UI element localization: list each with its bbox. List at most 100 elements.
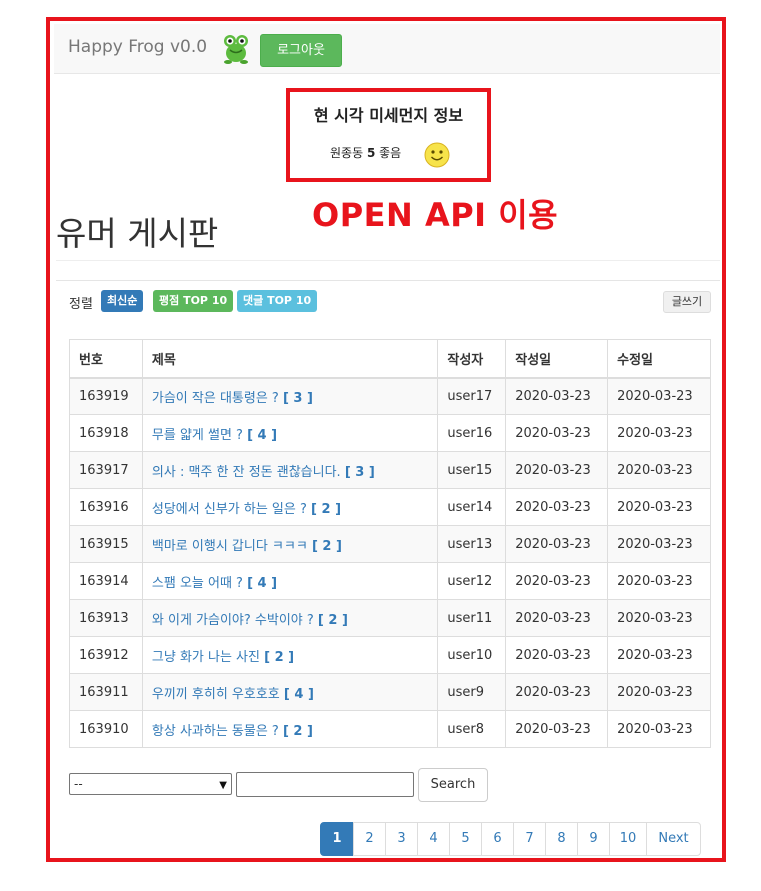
post-number: 163911 [69, 673, 143, 711]
brand-title[interactable]: Happy Frog v0.0 [68, 37, 207, 57]
post-number: 163910 [69, 710, 143, 748]
comment-count: [ 3 ] [282, 390, 313, 406]
page-link-2[interactable]: 2 [353, 822, 386, 856]
comment-count: [ 2 ] [311, 501, 342, 517]
post-title[interactable]: 와 이게 가슴이야? 수박이야 ? [ 2 ] [141, 599, 439, 637]
post-title-link[interactable]: 의사 : 맥주 한 잔 정돈 괜찮습니다. [152, 465, 341, 480]
post-number: 163912 [69, 636, 143, 674]
search-button[interactable]: Search [418, 768, 488, 802]
post-title[interactable]: 항상 사과하는 동물은 ? [ 2 ] [141, 710, 439, 748]
sort-latest-button[interactable]: 최신순 [101, 290, 144, 312]
post-title-link[interactable]: 백마로 이행시 갑니다 ㅋㅋㅋ [152, 539, 308, 554]
smiley-icon [424, 142, 450, 168]
post-number: 163916 [69, 488, 143, 526]
comment-count: [ 4 ] [247, 575, 278, 591]
divider [56, 260, 720, 261]
search-input[interactable] [236, 772, 414, 797]
logout-button[interactable]: 로그아웃 [260, 34, 342, 67]
post-updated-date: 2020-03-23 [607, 710, 711, 748]
post-created-date: 2020-03-23 [505, 673, 609, 711]
post-title-link[interactable]: 항상 사과하는 동물은 ? [152, 724, 279, 739]
post-created-date: 2020-03-23 [505, 488, 609, 526]
post-title-link[interactable]: 그냥 화가 나는 사진 [152, 650, 260, 665]
page-link-10[interactable]: 10 [609, 822, 647, 856]
column-header-number: 번호 [69, 339, 143, 379]
dust-status: 원종동 5 좋음 [330, 144, 401, 161]
post-created-date: 2020-03-23 [505, 525, 609, 563]
page-link-6[interactable]: 6 [481, 822, 514, 856]
post-number: 163919 [69, 377, 143, 415]
table-row[interactable]: 163914 스팸 오늘 어때 ? [ 4 ] user12 2020-03-23 20… [69, 562, 711, 600]
open-api-annotation: OPEN API 이용 [312, 196, 559, 234]
post-updated-date: 2020-03-23 [607, 673, 711, 711]
post-title-link[interactable]: 가슴이 작은 대통령은 ? [152, 391, 279, 406]
post-title-link[interactable]: 와 이게 가슴이야? 수박이야 ? [152, 613, 314, 628]
post-number: 163915 [69, 525, 143, 563]
post-author: user8 [437, 710, 507, 748]
post-title[interactable]: 무를 얇게 썰면 ? [ 4 ] [141, 414, 439, 452]
page-link-5[interactable]: 5 [449, 822, 482, 856]
post-updated-date: 2020-03-23 [607, 414, 711, 452]
table-row[interactable]: 163917 의사 : 맥주 한 잔 정돈 괜찮습니다. [ 3 ] user15 2… [69, 451, 711, 489]
post-author: user13 [437, 525, 507, 563]
table-row[interactable]: 163916 성당에서 신부가 하는 일은 ? [ 2 ] user14 2020-0… [69, 488, 711, 526]
post-updated-date: 2020-03-23 [607, 451, 711, 489]
post-title-link[interactable]: 무를 얇게 썰면 ? [152, 428, 243, 443]
post-title[interactable]: 백마로 이행시 갑니다 ㅋㅋㅋ [ 2 ] [141, 525, 439, 563]
post-created-date: 2020-03-23 [505, 636, 609, 674]
divider [56, 280, 720, 281]
comment-count: [ 2 ] [317, 612, 348, 628]
column-header-created: 작성일 [505, 339, 609, 379]
post-title[interactable]: 성당에서 신부가 하는 일은 ? [ 2 ] [141, 488, 439, 526]
page-link-9[interactable]: 9 [577, 822, 610, 856]
post-author: user14 [437, 488, 507, 526]
search-type-select[interactable]: -- ▼ [69, 773, 232, 795]
post-title-link[interactable]: 우끼끼 후히히 우호호호 [152, 687, 280, 702]
post-title[interactable]: 의사 : 맥주 한 잔 정돈 괜찮습니다. [ 3 ] [141, 451, 439, 489]
write-post-button[interactable]: 글쓰기 [663, 291, 711, 313]
post-author: user15 [437, 451, 507, 489]
post-title[interactable]: 그냥 화가 나는 사진 [ 2 ] [141, 636, 439, 674]
page-link-7[interactable]: 7 [513, 822, 546, 856]
page-link-8[interactable]: 8 [545, 822, 578, 856]
table-row[interactable]: 163912 그냥 화가 나는 사진 [ 2 ] user10 2020-03-23 2… [69, 636, 711, 674]
dust-title: 현 시각 미세먼지 정보 [313, 106, 464, 125]
page-link-1[interactable]: 1 [320, 822, 354, 856]
table-row[interactable]: 163911 우끼끼 후히히 우호호호 [ 4 ] user9 2020-03-23 2… [69, 673, 711, 711]
table-row[interactable]: 163919 가슴이 작은 대통령은 ? [ 3 ] user17 2020-03-2… [69, 377, 711, 415]
table-row[interactable]: 163918 무를 얇게 썰면 ? [ 4 ] user16 2020-03-23 20… [69, 414, 711, 452]
board-table: 번호 제목 작성자 작성일 수정일 163919 가슴이 작은 대통령은 ? [ … [69, 339, 711, 748]
post-title-link[interactable]: 성당에서 신부가 하는 일은 ? [152, 502, 307, 517]
search-type-value: -- [74, 777, 83, 791]
table-row[interactable]: 163915 백마로 이행시 갑니다 ㅋㅋㅋ [ 2 ] user13 2020-03… [69, 525, 711, 563]
comment-count: [ 4 ] [247, 427, 278, 443]
post-title[interactable]: 스팸 오늘 어때 ? [ 4 ] [141, 562, 439, 600]
table-row[interactable]: 163910 항상 사과하는 동물은 ? [ 2 ] user8 2020-03-23… [69, 710, 711, 748]
chevron-down-icon: ▼ [219, 780, 227, 791]
page-link-3[interactable]: 3 [385, 822, 418, 856]
comment-count: [ 4 ] [283, 686, 314, 702]
comment-count: [ 2 ] [311, 538, 342, 554]
column-header-title: 제목 [141, 339, 439, 379]
comment-count: [ 3 ] [344, 464, 375, 480]
dust-location: 원종동 [330, 146, 364, 160]
page-title: 유머 게시판 [56, 214, 219, 253]
next-page-link[interactable]: Next [646, 822, 701, 856]
sort-rating-top10-button[interactable]: 평점 TOP 10 [153, 290, 234, 312]
post-title[interactable]: 우끼끼 후히히 우호호호 [ 4 ] [141, 673, 439, 711]
post-created-date: 2020-03-23 [505, 599, 609, 637]
post-author: user16 [437, 414, 507, 452]
page-link-4[interactable]: 4 [417, 822, 450, 856]
post-created-date: 2020-03-23 [505, 451, 609, 489]
comment-count: [ 2 ] [282, 723, 313, 739]
comment-count: [ 2 ] [264, 649, 295, 665]
post-created-date: 2020-03-23 [505, 414, 609, 452]
dust-value: 5 [366, 146, 376, 160]
sort-comments-top10-button[interactable]: 댓글 TOP 10 [237, 290, 318, 312]
post-created-date: 2020-03-23 [505, 562, 609, 600]
post-title-link[interactable]: 스팸 오늘 어때 ? [152, 576, 243, 591]
table-row[interactable]: 163913 와 이게 가슴이야? 수박이야 ? [ 2 ] user11 2020-… [69, 599, 711, 637]
post-updated-date: 2020-03-23 [607, 377, 711, 415]
post-title[interactable]: 가슴이 작은 대통령은 ? [ 3 ] [141, 377, 439, 415]
post-author: user10 [437, 636, 507, 674]
